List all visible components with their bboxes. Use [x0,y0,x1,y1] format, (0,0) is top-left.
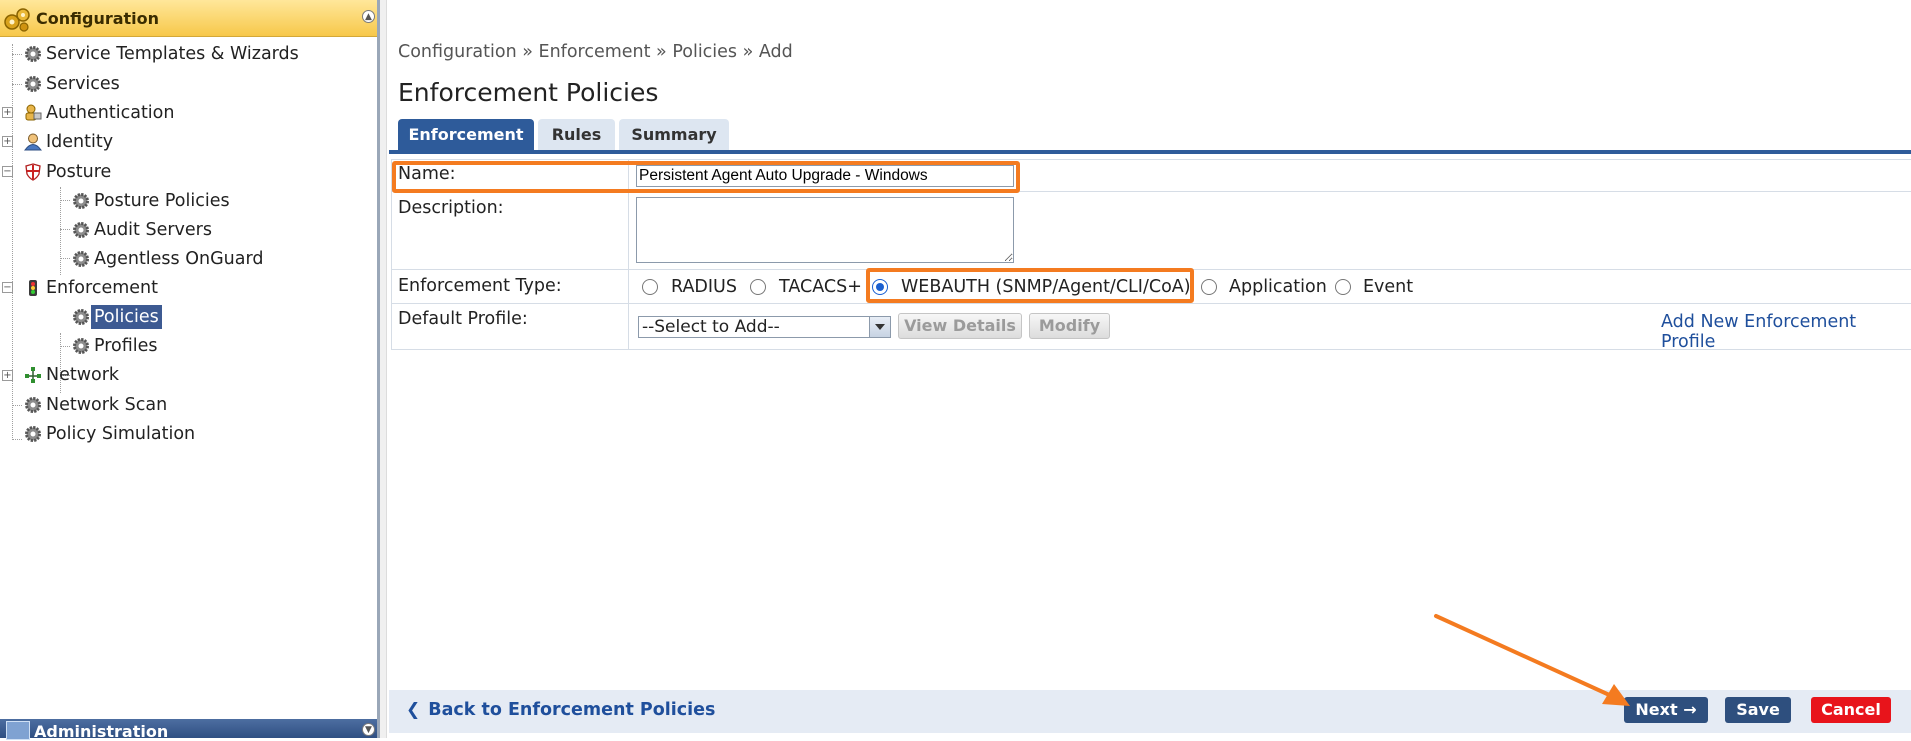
tree-line [60,229,70,231]
tree-line [60,346,70,348]
tree-item-label: Agentless OnGuard [94,249,264,269]
tab-summary[interactable]: Summary [619,119,729,151]
application-label: Application [1229,277,1327,297]
gear-icon [73,309,89,325]
tree-line [12,84,22,86]
column-divider [628,303,629,349]
description-row: Description: [391,191,1911,270]
collapse-enforcement-icon[interactable]: − [2,282,13,293]
tree-line [12,439,22,441]
gear-icon [25,76,41,92]
annotation-arrow-icon [1434,614,1630,706]
tree-item-label: Identity [46,132,114,152]
event-label: Event [1363,277,1414,297]
back-link-label: Back to Enforcement Policies [428,700,716,720]
default-profile-value: --Select to Add-- [642,317,780,337]
modify-button[interactable]: Modify [1029,313,1110,339]
expand-administration-icon[interactable]: ▼ [362,723,375,736]
radio-event[interactable] [1335,279,1351,295]
expand-identity-icon[interactable]: + [2,136,13,147]
save-button[interactable]: Save [1725,697,1791,723]
description-label: Description: [398,198,504,218]
gear-icon [73,338,89,354]
webauth-highlight-box [866,268,1194,303]
footer-bar: ❮ Back to Enforcement Policies Next → Sav… [389,690,1911,733]
expand-network-icon[interactable]: + [2,370,13,381]
shield-icon [25,163,41,181]
radio-radius[interactable] [642,279,658,295]
tab-rules[interactable]: Rules [538,119,615,151]
radius-label: RADIUS [671,277,737,297]
configuration-panel-header[interactable]: Configuration ▲ [0,0,377,37]
page-title: Enforcement Policies [398,78,659,107]
cancel-button[interactable]: Cancel [1811,697,1891,723]
traffic-light-icon [29,280,37,296]
view-details-button[interactable]: View Details [898,313,1022,339]
default-profile-select[interactable]: --Select to Add-- [638,316,891,338]
add-new-enforcement-profile-link[interactable]: Add New Enforcement Profile [1661,312,1911,352]
column-divider [628,191,629,269]
radio-tacacs[interactable] [750,279,766,295]
tree-line [12,54,22,56]
gear-icon [25,46,41,62]
tree-item-label: Posture [46,162,112,182]
tree-item-label: Service Templates & Wizards [46,44,299,64]
gears-icon [4,8,30,32]
tree-item-label: Network [46,365,120,385]
administration-header-label: Administration [34,722,169,741]
tree-item-label: Authentication [46,103,175,123]
authentication-icon [25,104,42,121]
name-highlight-box [392,161,1020,193]
column-divider [628,269,629,303]
expand-authentication-icon[interactable]: + [2,107,13,118]
radio-application[interactable] [1201,279,1217,295]
gear-icon [25,397,41,413]
tacacs-label: TACACS+ [779,277,862,297]
tree-item-label: Profiles [94,336,158,356]
tree-item-label: Network Scan [46,395,168,415]
chevron-down-icon[interactable] [869,317,890,337]
description-textarea[interactable] [636,197,1014,263]
gear-icon [73,251,89,267]
enforcement-type-label: Enforcement Type: [398,276,562,296]
gear-icon [73,222,89,238]
tab-enforcement[interactable]: Enforcement [398,119,534,151]
tree-item-label: Policies [91,305,162,329]
panel-splitter[interactable] [380,0,387,738]
tree-line [60,258,70,260]
gear-icon [25,426,41,442]
collapse-configuration-icon[interactable]: ▲ [362,10,375,23]
tab-underline [389,150,1911,154]
sidebar: Configuration ▲ + + − − + Service Templa… [0,0,380,741]
configuration-header-label: Configuration [36,9,160,28]
user-icon [24,133,42,151]
tree-item-label: Audit Servers [94,220,212,240]
tree-item-label: Posture Policies [94,191,230,211]
default-profile-label: Default Profile: [398,309,528,329]
tree-item-label: Enforcement [46,278,158,298]
tree-item-label: Services [46,74,120,94]
tree-line [12,405,22,407]
tree-item-label: Policy Simulation [46,424,196,444]
breadcrumb[interactable]: Configuration » Enforcement » Policies »… [398,42,793,62]
back-arrow-icon: ❮ [406,700,421,720]
gear-icon [73,193,89,209]
administration-panel-header[interactable]: Administration ▼ [0,719,377,741]
back-to-policies-link[interactable]: ❮ Back to Enforcement Policies [406,700,715,720]
tree-line [60,200,70,202]
monitor-icon [6,721,30,740]
network-icon [25,367,41,383]
collapse-posture-icon[interactable]: − [2,166,13,177]
